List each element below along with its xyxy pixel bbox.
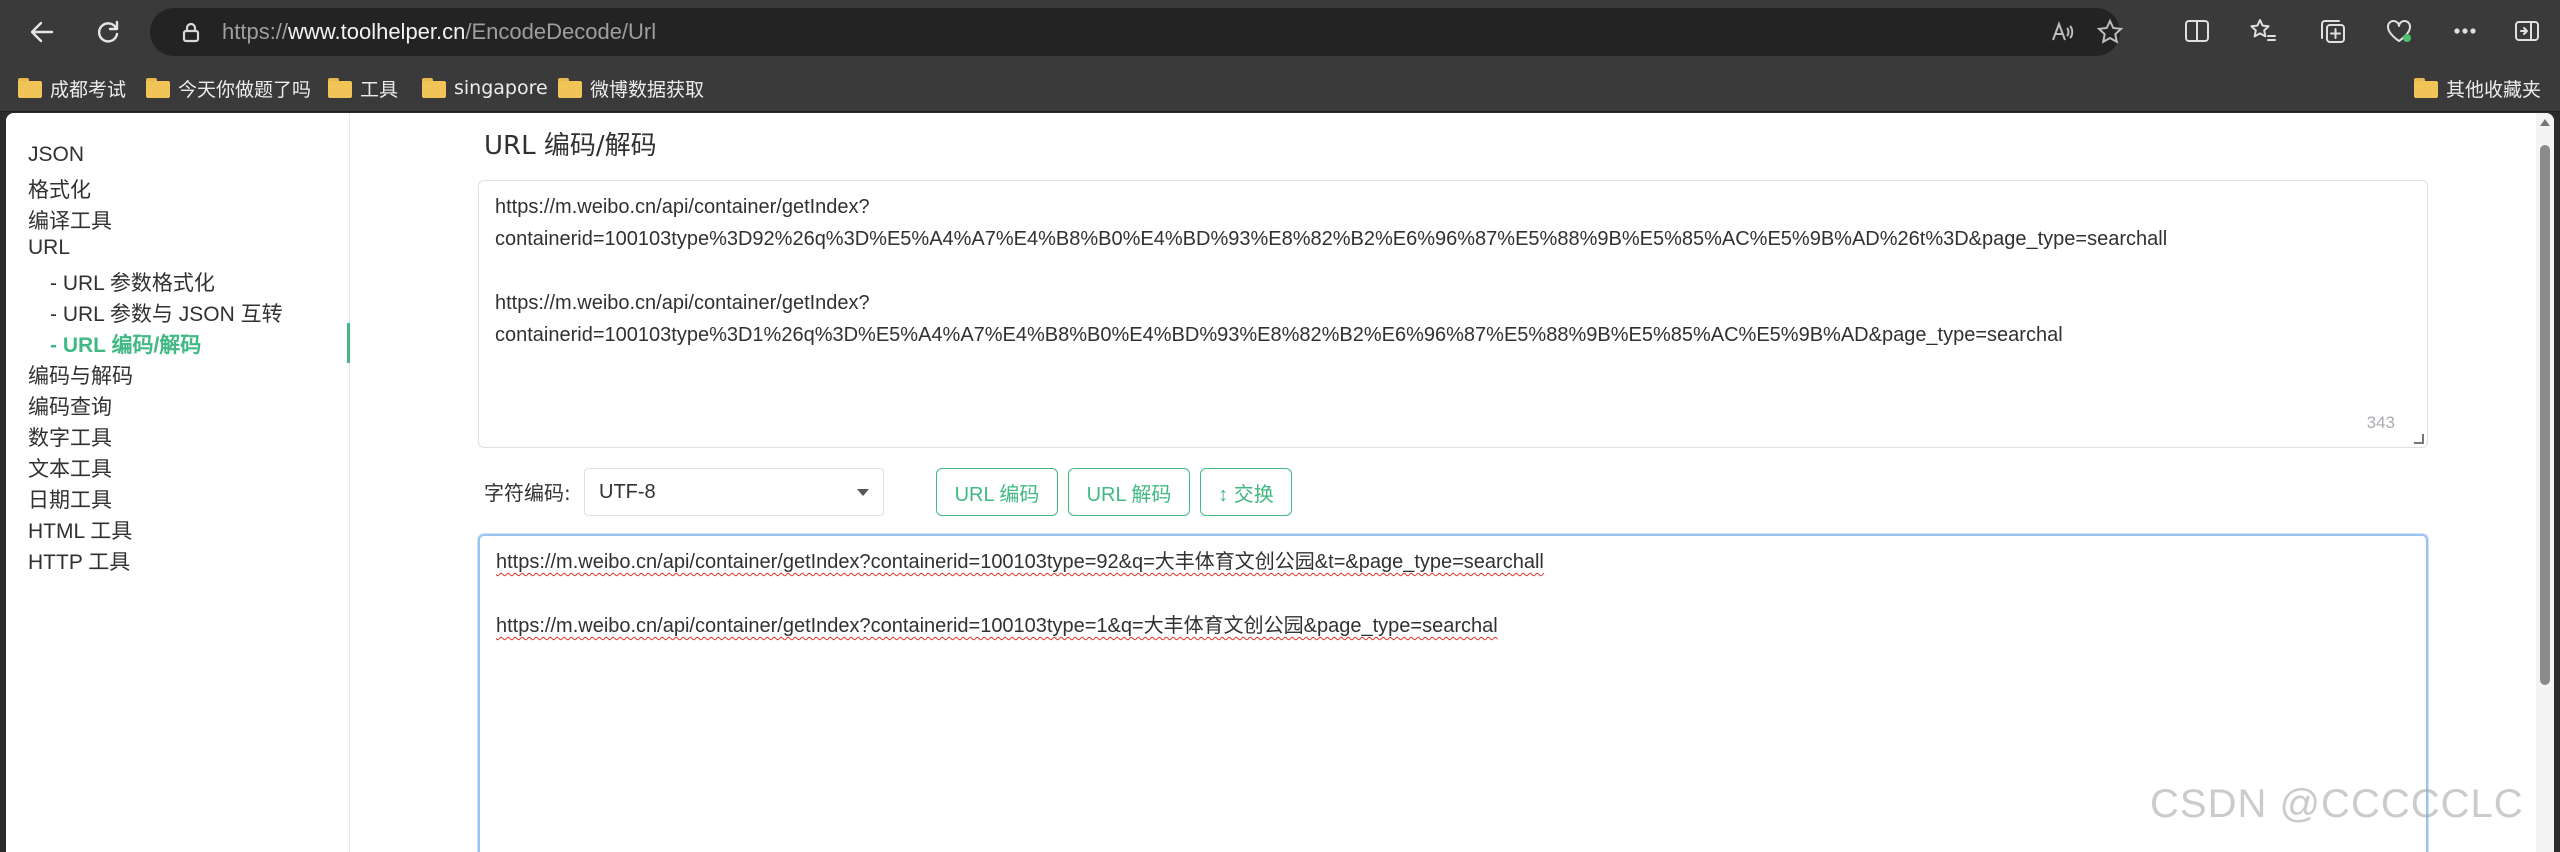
sidebar-item-date-tools[interactable]: 日期工具 (28, 484, 112, 514)
charset-label: 字符编码: (484, 481, 571, 505)
bookmark-label: singapore (454, 77, 548, 99)
input-line: https://m.weibo.cn/api/container/getInde… (495, 292, 870, 314)
web-page: JSON 格式化 编译工具 URL - URL 参数格式化 - URL 参数与 … (6, 113, 2554, 852)
char-counter: 343 (2366, 413, 2395, 432)
sidebar-item-url-params-json[interactable]: - URL 参数与 JSON 互转 (50, 298, 283, 328)
bookmark-label: 其他收藏夹 (2446, 78, 2542, 101)
sidebar-item-format[interactable]: 格式化 (28, 174, 91, 204)
lock-icon (180, 21, 202, 43)
swap-button[interactable]: ↕ 交换 (1200, 468, 1292, 516)
output-line: https://m.weibo.cn/api/container/getInde… (496, 551, 1544, 573)
bookmark-item[interactable]: 成都考试 (18, 74, 126, 102)
collections-icon[interactable] (2318, 16, 2350, 48)
resize-handle[interactable] (2414, 434, 2424, 444)
sidebar-item-url-params-format[interactable]: - URL 参数格式化 (50, 267, 215, 297)
back-button[interactable] (22, 12, 62, 52)
input-line: containerid=100103type%3D92%26q%3D%E5%A4… (495, 228, 2168, 250)
bookmark-other-favorites[interactable]: 其他收藏夹 (2414, 74, 2541, 102)
refresh-button[interactable] (88, 12, 128, 52)
caret-down-icon (857, 489, 869, 496)
sidebar-item-url-encode-decode[interactable]: - URL 编码/解码 (50, 329, 201, 359)
folder-icon (18, 78, 42, 98)
more-menu-icon[interactable] (2450, 16, 2482, 48)
sidebar-item-http-tools[interactable]: HTTP 工具 (28, 546, 130, 576)
charset-value: UTF-8 (599, 481, 656, 503)
bookmark-item[interactable]: singapore (422, 74, 548, 102)
scroll-up-arrow-icon[interactable] (2540, 119, 2550, 126)
url-decode-button[interactable]: URL 解码 (1068, 468, 1190, 516)
output-textarea[interactable]: https://m.weibo.cn/api/container/getInde… (478, 534, 2428, 852)
page-scrollbar[interactable] (2536, 113, 2554, 852)
read-aloud-icon[interactable] (2048, 18, 2076, 46)
sidebar-item-encoding-lookup[interactable]: 编码查询 (28, 391, 112, 421)
url-encode-button[interactable]: URL 编码 (936, 468, 1058, 516)
browser-essentials-icon[interactable] (2384, 16, 2416, 48)
watermark: CSDN @CCCCCLC (2150, 782, 2524, 826)
favorite-star-icon[interactable] (2096, 18, 2124, 46)
sidebar-item-json[interactable]: JSON (28, 143, 84, 167)
bookmark-label: 工具 (360, 78, 399, 101)
input-line (495, 255, 2411, 287)
bookmark-label: 成都考试 (50, 78, 127, 101)
input-line: https://m.weibo.cn/api/container/getInde… (495, 196, 870, 218)
bookmark-item[interactable]: 工具 (328, 74, 398, 102)
refresh-icon (97, 20, 119, 43)
page-title: URL 编码/解码 (484, 131, 657, 161)
bookmark-label: 微博数据获取 (590, 78, 705, 101)
sidebar-item-encoding[interactable]: 编码与解码 (28, 360, 133, 390)
output-blank-line (496, 578, 2410, 610)
sidebar-item-text-tools[interactable]: 文本工具 (28, 453, 112, 483)
main-content: URL 编码/解码 https://m.weibo.cn/api/contain… (350, 113, 2530, 852)
tool-sidebar: JSON 格式化 编译工具 URL - URL 参数格式化 - URL 参数与 … (6, 113, 350, 852)
input-line: containerid=100103type%3D1%26q%3D%E5%A4%… (495, 324, 2063, 346)
bookmark-item[interactable]: 今天你做题了吗 (146, 74, 311, 102)
sidebar-item-number-tools[interactable]: 数字工具 (28, 422, 112, 452)
folder-icon (422, 78, 446, 98)
sidebar-toggle-icon[interactable] (2512, 16, 2544, 48)
scroll-thumb[interactable] (2540, 145, 2550, 685)
browser-titlebar: https://www.toolhelper.cn/EncodeDecode/U… (0, 0, 2560, 64)
folder-icon (328, 78, 352, 98)
favorites-icon[interactable] (2248, 16, 2280, 48)
charset-select[interactable]: UTF-8 (584, 468, 884, 516)
folder-icon (2414, 78, 2438, 98)
url-text[interactable]: https://www.toolhelper.cn/EncodeDecode/U… (222, 19, 656, 45)
bookmark-label: 今天你做题了吗 (178, 78, 312, 101)
bookmarks-bar: 成都考试 今天你做题了吗 工具 singapore 微博数据获取 其他收藏夹 (0, 64, 2560, 112)
sidebar-item-compile-tools[interactable]: 编译工具 (28, 205, 112, 235)
input-textarea[interactable]: https://m.weibo.cn/api/container/getInde… (478, 180, 2428, 448)
sidebar-item-url[interactable]: URL (28, 236, 70, 260)
arrow-left-icon (30, 21, 54, 43)
output-line: https://m.weibo.cn/api/container/getInde… (496, 615, 1498, 637)
folder-icon (558, 78, 582, 98)
split-screen-icon[interactable] (2182, 16, 2214, 48)
address-bar[interactable]: https://www.toolhelper.cn/EncodeDecode/U… (150, 8, 2124, 56)
bookmark-item[interactable]: 微博数据获取 (558, 74, 704, 102)
folder-icon (146, 78, 170, 98)
sidebar-item-html-tools[interactable]: HTML 工具 (28, 515, 132, 545)
